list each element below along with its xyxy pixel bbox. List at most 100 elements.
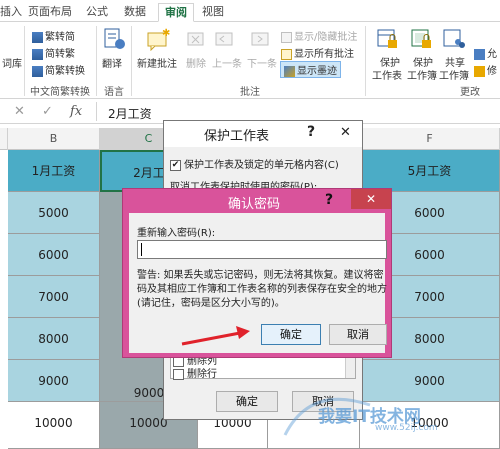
checkbox-icon bbox=[173, 368, 184, 380]
previous-comment-label: 上一条 bbox=[212, 59, 242, 70]
new-comment-icon: ✱ bbox=[147, 28, 170, 52]
show-hide-comment-button[interactable]: 显示/隐藏批注 bbox=[281, 28, 357, 43]
convert-icon bbox=[32, 48, 43, 60]
track-changes-icon bbox=[474, 65, 485, 77]
watermark-url: www.52ij.com bbox=[375, 423, 438, 433]
show-hide-comment-label: 显示/隐藏批注 bbox=[294, 32, 358, 43]
cell-f7[interactable]: 9000 bbox=[360, 360, 500, 402]
cell-f2[interactable]: 5月工资 bbox=[360, 150, 500, 192]
translate-icon bbox=[104, 28, 125, 49]
new-comment-button[interactable]: ✱ bbox=[145, 27, 171, 54]
watermark-swoosh bbox=[283, 397, 371, 436]
warning-text: 警告: 如果丢失或忘记密码，则无法将其恢复。建议将密码及其相应工作簿和工作表名称… bbox=[137, 270, 387, 309]
confirm-dialog-title: 确认密码 bbox=[228, 197, 281, 212]
thesaurus-button[interactable]: 词库 bbox=[2, 55, 22, 70]
next-comment-label: 下一条 bbox=[247, 59, 277, 70]
perm-delete-row-label: 删除行 bbox=[187, 369, 217, 380]
reenter-label: 重新输入密码(R): bbox=[137, 228, 216, 239]
tab-data[interactable]: 数据 bbox=[120, 3, 150, 22]
convert-icon bbox=[32, 31, 43, 43]
delete-comment-button[interactable] bbox=[186, 27, 206, 54]
tab-formulas[interactable]: 公式 bbox=[82, 3, 112, 22]
confirm-icon[interactable]: ✓ bbox=[42, 104, 53, 119]
previous-comment-button[interactable] bbox=[214, 27, 236, 54]
formula-input[interactable]: 2月工资 bbox=[108, 105, 152, 122]
track-changes-button[interactable]: 修 bbox=[474, 62, 497, 77]
next-comment-icon bbox=[251, 32, 269, 46]
comment-icon bbox=[281, 31, 292, 43]
show-ink-label: 显示墨迹 bbox=[297, 66, 337, 77]
protect-workbook-button[interactable] bbox=[410, 27, 434, 54]
translate-button[interactable] bbox=[102, 27, 126, 54]
confirm-close-button[interactable]: ✕ bbox=[351, 189, 391, 209]
convert-settings-button[interactable]: 简繁转换 bbox=[32, 62, 85, 77]
tab-view[interactable]: 视图 bbox=[198, 3, 228, 22]
show-all-comments-label: 显示所有批注 bbox=[294, 49, 354, 60]
protect-dialog-title: 保护工作表 bbox=[204, 129, 270, 144]
column-header-f[interactable]: F bbox=[360, 128, 500, 150]
delete-comment-label: 删除 bbox=[186, 59, 206, 70]
confirm-ok-button[interactable]: 确定 bbox=[261, 324, 321, 345]
protect-workbook-icon bbox=[411, 29, 431, 48]
simp-to-trad-button[interactable]: 简转繁 bbox=[32, 45, 75, 60]
cell-b3[interactable]: 5000 bbox=[8, 192, 100, 234]
text-cursor bbox=[141, 243, 142, 256]
group-label-comments: 批注 bbox=[240, 87, 260, 98]
protect-checkbox-row[interactable]: ✔ 保护工作表及锁定的单元格内容(C) bbox=[170, 156, 339, 171]
allow-edit-button[interactable]: 允 bbox=[474, 45, 497, 60]
share-workbook-icon bbox=[443, 29, 465, 48]
cell-b8[interactable]: 10000 bbox=[8, 402, 100, 449]
tab-page-layout[interactable]: 页面布局 bbox=[25, 3, 75, 22]
cell-b6[interactable]: 8000 bbox=[8, 318, 100, 360]
confirm-help-icon[interactable]: ? bbox=[325, 192, 333, 208]
next-comment-button[interactable] bbox=[250, 27, 272, 54]
reenter-password-input[interactable] bbox=[137, 240, 387, 259]
protect-sheet-button[interactable] bbox=[376, 27, 400, 54]
show-all-comments-button[interactable]: 显示所有批注 bbox=[281, 45, 354, 60]
group-label-changes: 更改 bbox=[460, 87, 480, 98]
formula-divider bbox=[96, 102, 97, 121]
convert-icon bbox=[32, 65, 43, 77]
previous-comment-icon bbox=[215, 32, 233, 46]
track-changes-label: 修 bbox=[487, 66, 497, 77]
simp-to-trad-label: 简转繁 bbox=[45, 49, 75, 60]
cell-b7[interactable]: 9000 bbox=[8, 360, 100, 402]
protect-dialog-titlebar: 保护工作表 ? ✕ bbox=[164, 121, 362, 147]
show-ink-button[interactable]: 显示墨迹 bbox=[280, 61, 341, 78]
protect-checkbox-label: 保护工作表及锁定的单元格内容(C) bbox=[184, 160, 339, 171]
cell-b4[interactable]: 6000 bbox=[8, 234, 100, 276]
help-icon[interactable]: ? bbox=[307, 124, 315, 140]
protect-sheet-label-2: 工作表 bbox=[372, 71, 402, 82]
tab-review[interactable]: 审阅 bbox=[158, 3, 194, 22]
confirm-cancel-button[interactable]: 取消 bbox=[329, 324, 387, 345]
delete-comment-icon bbox=[187, 32, 204, 46]
cancel-icon[interactable]: ✕ bbox=[14, 104, 25, 119]
comments-icon bbox=[281, 48, 292, 60]
ink-icon bbox=[284, 65, 295, 77]
translate-label: 翻译 bbox=[102, 59, 122, 70]
row-header-corner bbox=[0, 128, 8, 150]
svg-text:✱: ✱ bbox=[162, 28, 170, 39]
close-icon[interactable]: ✕ bbox=[340, 125, 351, 140]
tab-insert[interactable]: 插入 bbox=[0, 3, 22, 22]
column-header-b[interactable]: B bbox=[8, 128, 100, 150]
trad-to-simp-label: 繁转简 bbox=[45, 32, 75, 43]
perm-delete-row[interactable]: 删除行 bbox=[173, 365, 217, 380]
share-workbook-label-2: 工作簿 bbox=[439, 71, 469, 82]
protect-ok-button[interactable]: 确定 bbox=[216, 391, 278, 412]
protect-workbook-label-2: 工作簿 bbox=[407, 71, 437, 82]
share-workbook-button[interactable] bbox=[442, 27, 466, 54]
cell-b2[interactable]: 1月工资 bbox=[8, 150, 100, 192]
group-label-chinese: 中文简繁转换 bbox=[30, 87, 90, 98]
convert-label: 简繁转换 bbox=[45, 66, 85, 77]
protect-sheet-icon bbox=[377, 29, 397, 48]
close-icon: ✕ bbox=[365, 192, 377, 206]
red-arrow-annotation bbox=[181, 326, 250, 346]
ribbon-tab-bar: 插入 页面布局 公式 数据 审阅 视图 bbox=[0, 0, 500, 22]
insert-function-icon[interactable]: fx bbox=[70, 104, 82, 119]
group-label-language: 语言 bbox=[104, 87, 124, 98]
new-comment-label: 新建批注 bbox=[137, 59, 177, 70]
allow-edit-label: 允 bbox=[487, 49, 497, 60]
cell-b5[interactable]: 7000 bbox=[8, 276, 100, 318]
trad-to-simp-button[interactable]: 繁转简 bbox=[32, 28, 75, 43]
